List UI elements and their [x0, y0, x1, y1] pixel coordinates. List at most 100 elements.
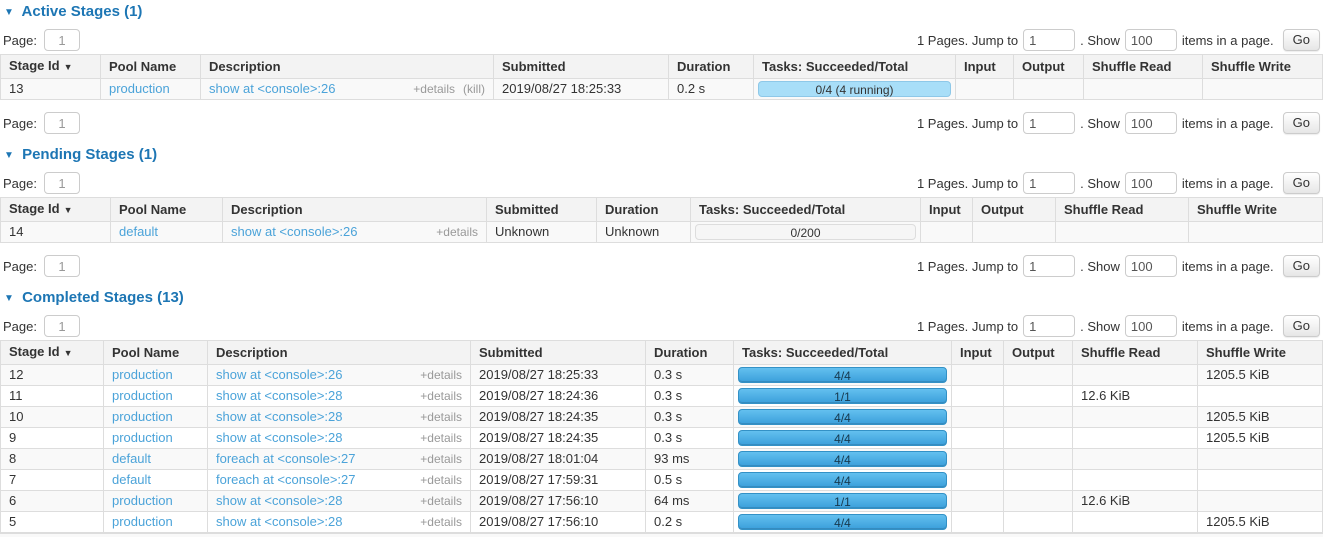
- column-header-output[interactable]: Output: [973, 198, 1056, 222]
- details-toggle[interactable]: +details: [420, 493, 462, 509]
- pool-link[interactable]: production: [112, 430, 173, 445]
- go-button[interactable]: Go: [1283, 255, 1320, 277]
- pool-link[interactable]: default: [112, 451, 151, 466]
- cell-output: [1004, 365, 1073, 386]
- stage-description-link[interactable]: show at <console>:28: [216, 388, 342, 404]
- column-header-pool-name[interactable]: Pool Name: [101, 55, 201, 79]
- page-number-input[interactable]: [44, 29, 80, 51]
- stage-description-link[interactable]: show at <console>:28: [216, 409, 342, 425]
- page-number-input[interactable]: [44, 255, 80, 277]
- column-label: Tasks: Succeeded/Total: [699, 202, 845, 217]
- pool-link[interactable]: production: [112, 409, 173, 424]
- stage-description-link[interactable]: show at <console>:28: [216, 430, 342, 446]
- details-toggle[interactable]: +details: [420, 514, 462, 530]
- details-toggle[interactable]: +details: [420, 430, 462, 446]
- details-toggle[interactable]: +details: [420, 472, 462, 488]
- column-header-output[interactable]: Output: [1014, 55, 1084, 79]
- column-header-input[interactable]: Input: [952, 341, 1004, 365]
- cell-duration: 0.2 s: [669, 79, 754, 100]
- column-header-input[interactable]: Input: [956, 55, 1014, 79]
- column-header-description[interactable]: Description: [208, 341, 471, 365]
- details-toggle[interactable]: +details: [436, 224, 478, 240]
- column-header-stage-id[interactable]: Stage Id▼: [1, 55, 101, 79]
- column-header-output[interactable]: Output: [1004, 341, 1073, 365]
- pool-link[interactable]: default: [112, 472, 151, 487]
- cell-input: [952, 428, 1004, 449]
- kill-link[interactable]: (kill): [463, 81, 485, 97]
- items-per-page-input[interactable]: [1125, 112, 1177, 134]
- pool-link[interactable]: production: [112, 367, 173, 382]
- cell-pool: default: [104, 470, 208, 491]
- items-per-page-input[interactable]: [1125, 29, 1177, 51]
- section-header[interactable]: ▼ Pending Stages (1): [4, 146, 1323, 164]
- stage-description-link[interactable]: show at <console>:26: [216, 367, 342, 383]
- section-header[interactable]: ▼ Active Stages (1): [4, 3, 1323, 21]
- jump-to-page-input[interactable]: [1023, 255, 1075, 277]
- column-header-pool-name[interactable]: Pool Name: [111, 198, 223, 222]
- column-header-shuffle-write[interactable]: Shuffle Write: [1189, 198, 1323, 222]
- show-label: . Show: [1080, 116, 1120, 131]
- details-toggle[interactable]: +details: [413, 81, 455, 97]
- pool-link[interactable]: production: [112, 493, 173, 508]
- cell-submitted: 2019/08/27 17:56:10: [471, 512, 646, 533]
- stage-description-link[interactable]: foreach at <console>:27: [216, 451, 356, 467]
- column-header-shuffle-read[interactable]: Shuffle Read: [1084, 55, 1203, 79]
- pool-link[interactable]: production: [109, 81, 170, 96]
- details-toggle[interactable]: +details: [420, 388, 462, 404]
- column-header-tasks-succeeded-total[interactable]: Tasks: Succeeded/Total: [734, 341, 952, 365]
- cell-shuffle-write: 1205.5 KiB: [1198, 512, 1323, 533]
- go-button[interactable]: Go: [1283, 172, 1320, 194]
- items-per-page-input[interactable]: [1125, 315, 1177, 337]
- sort-desc-icon: ▼: [64, 205, 73, 215]
- go-button[interactable]: Go: [1283, 29, 1320, 51]
- jump-to-page-input[interactable]: [1023, 315, 1075, 337]
- details-toggle[interactable]: +details: [420, 367, 462, 383]
- column-header-pool-name[interactable]: Pool Name: [104, 341, 208, 365]
- cell-input: [952, 365, 1004, 386]
- column-header-stage-id[interactable]: Stage Id▼: [1, 198, 111, 222]
- items-per-page-input[interactable]: [1125, 172, 1177, 194]
- page-number-input[interactable]: [44, 112, 80, 134]
- column-header-duration[interactable]: Duration: [597, 198, 691, 222]
- column-header-shuffle-read[interactable]: Shuffle Read: [1056, 198, 1189, 222]
- column-header-description[interactable]: Description: [223, 198, 487, 222]
- column-header-duration[interactable]: Duration: [669, 55, 754, 79]
- column-label: Submitted: [495, 202, 559, 217]
- items-per-page-input[interactable]: [1125, 255, 1177, 277]
- column-header-duration[interactable]: Duration: [646, 341, 734, 365]
- stage-description-link[interactable]: show at <console>:26: [231, 224, 357, 240]
- pool-link[interactable]: production: [112, 514, 173, 529]
- column-header-shuffle-read[interactable]: Shuffle Read: [1073, 341, 1198, 365]
- jump-to-page-input[interactable]: [1023, 172, 1075, 194]
- column-header-submitted[interactable]: Submitted: [487, 198, 597, 222]
- stage-description-link[interactable]: show at <console>:26: [209, 81, 335, 97]
- details-toggle[interactable]: +details: [420, 451, 462, 467]
- task-progress-bar: 0/200: [695, 224, 916, 240]
- column-header-submitted[interactable]: Submitted: [471, 341, 646, 365]
- column-header-submitted[interactable]: Submitted: [494, 55, 669, 79]
- column-header-tasks-succeeded-total[interactable]: Tasks: Succeeded/Total: [754, 55, 956, 79]
- jump-to-page-input[interactable]: [1023, 29, 1075, 51]
- stage-description-link[interactable]: foreach at <console>:27: [216, 472, 356, 488]
- column-header-tasks-succeeded-total[interactable]: Tasks: Succeeded/Total: [691, 198, 921, 222]
- stage-description-link[interactable]: show at <console>:28: [216, 493, 342, 509]
- details-toggle[interactable]: +details: [420, 409, 462, 425]
- page-number-input[interactable]: [44, 172, 80, 194]
- stage-row: 9productionshow at <console>:28+details2…: [1, 428, 1323, 449]
- go-button[interactable]: Go: [1283, 315, 1320, 337]
- go-button[interactable]: Go: [1283, 112, 1320, 134]
- pool-link[interactable]: default: [119, 224, 158, 239]
- column-label: Tasks: Succeeded/Total: [742, 345, 888, 360]
- page-number-input[interactable]: [44, 315, 80, 337]
- column-header-shuffle-write[interactable]: Shuffle Write: [1198, 341, 1323, 365]
- column-header-shuffle-write[interactable]: Shuffle Write: [1203, 55, 1323, 79]
- column-header-input[interactable]: Input: [921, 198, 973, 222]
- column-header-description[interactable]: Description: [201, 55, 494, 79]
- cell-shuffle-read: [1084, 79, 1203, 100]
- section-title: Pending Stages (1): [22, 146, 157, 163]
- pool-link[interactable]: production: [112, 388, 173, 403]
- section-header[interactable]: ▼ Completed Stages (13): [4, 289, 1323, 307]
- stage-description-link[interactable]: show at <console>:28: [216, 514, 342, 530]
- column-header-stage-id[interactable]: Stage Id▼: [1, 341, 104, 365]
- jump-to-page-input[interactable]: [1023, 112, 1075, 134]
